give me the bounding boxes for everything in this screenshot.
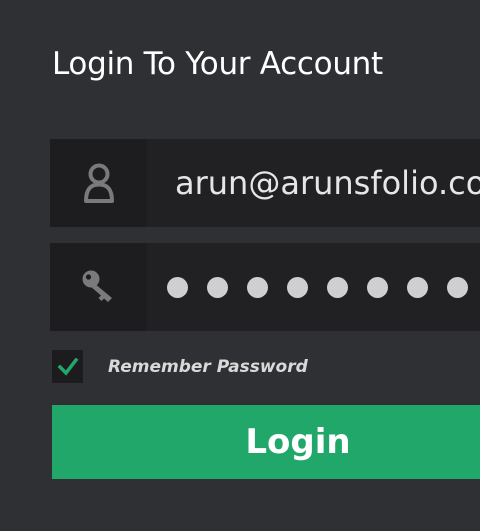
remember-password-checkbox[interactable] (52, 350, 83, 383)
password-dot (287, 277, 308, 298)
password-dot (327, 277, 348, 298)
key-icon (82, 270, 112, 302)
password-icon-box (50, 243, 147, 331)
password-dot (447, 277, 468, 298)
password-input[interactable] (167, 277, 480, 298)
remember-password-label[interactable]: Remember Password (108, 357, 308, 377)
password-dot (247, 277, 268, 298)
password-dot (407, 277, 428, 298)
password-dot (207, 277, 228, 298)
password-dot (367, 277, 388, 298)
email-input[interactable]: arun@arunsfolio.co (175, 139, 480, 227)
email-field[interactable]: arun@arunsfolio.co (50, 139, 480, 227)
password-field[interactable] (50, 243, 480, 331)
user-icon (83, 163, 114, 203)
page-title: Login To Your Account (52, 46, 383, 82)
password-dot (167, 277, 188, 298)
remember-password-row: Remember Password (52, 350, 308, 383)
email-icon-box (50, 139, 147, 227)
login-button[interactable]: Login (52, 405, 480, 479)
checkmark-icon (57, 358, 79, 376)
